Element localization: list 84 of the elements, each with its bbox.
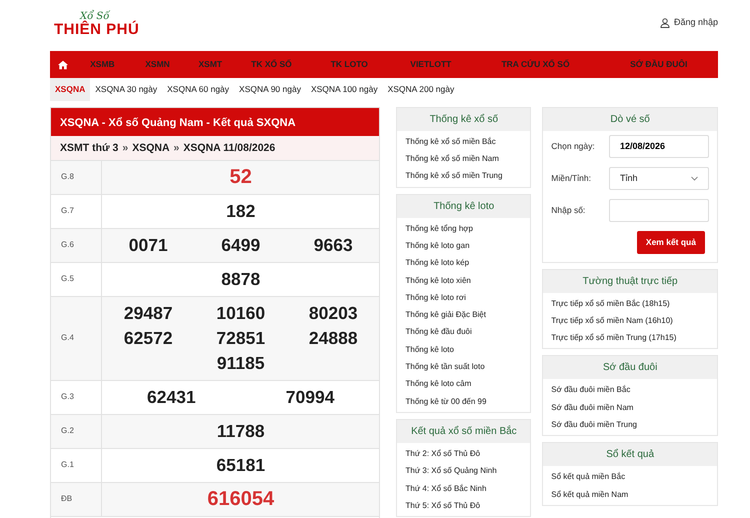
subnav-tab[interactable]: XSQNA 200 ngày <box>382 78 460 101</box>
subnav-tab[interactable]: XSQNA 100 ngày <box>306 78 383 101</box>
prize-number: 0071 <box>128 234 168 255</box>
login-link[interactable]: Đăng nhập <box>660 16 718 30</box>
prize-label: ĐB <box>51 482 102 516</box>
field-label: Miền/Tỉnh: <box>551 172 592 185</box>
sidebar-link[interactable]: Thứ 4: Xổ số Bắc Ninh <box>397 478 530 495</box>
prize-label: G.8 <box>51 160 102 194</box>
prize-number: 8878 <box>221 268 260 289</box>
breadcrumb-link[interactable]: XSMT thứ 3 <box>60 140 118 155</box>
sidebar-link[interactable]: Thống kê tần suất loto <box>397 356 530 374</box>
subnav-tab[interactable]: XSQNA 30 ngày <box>90 78 162 101</box>
sidebar-link[interactable]: Thứ 2: Xổ số Thủ Đô <box>397 442 530 460</box>
prize-label: G.3 <box>51 380 102 414</box>
sidebar-link[interactable]: Sổ kết quả miền Nam <box>543 484 717 501</box>
box-title: Sổ kết quả <box>543 443 717 466</box>
sidebar-link[interactable]: Thống kê loto câm <box>397 373 530 391</box>
prize-number: 29487 <box>124 302 173 323</box>
prize-number: 11788 <box>216 420 265 441</box>
sidebar-link[interactable]: Thống kê đầu đuôi <box>397 321 530 339</box>
sidebar-link[interactable]: Trực tiếp xổ số miền Nam (16h10) <box>543 310 717 328</box>
prize-number: 52 <box>230 166 252 188</box>
sidebar-link[interactable]: Thống kê tổng hợp <box>397 218 530 235</box>
sidebar-link[interactable]: Thống kê xổ số miền Trung <box>397 165 530 183</box>
sidebar-link[interactable]: Thống kê giải Đặc Biệt <box>397 304 530 322</box>
chevron-icon <box>690 176 698 181</box>
user-icon <box>660 18 670 28</box>
sidebar-link[interactable]: Sớ đầu đuôi miền Bắc <box>543 379 717 397</box>
sidebar-link[interactable]: Thống kê loto xiên <box>397 270 530 287</box>
sidebar-link[interactable]: Trực tiếp xổ số miền Bắc (18h15) <box>543 292 717 310</box>
field-label: Chọn ngày: <box>551 140 596 153</box>
results-title: XSQNA - Xổ số Quảng Nam - Kết quả SXQNA <box>51 108 380 136</box>
prize-label: G.2 <box>51 414 102 448</box>
prize-number: 65181 <box>216 454 266 475</box>
box-title: Tường thuật trực tiếp <box>543 270 717 292</box>
subnav-tab[interactable]: XSQNA 60 ngày <box>162 78 234 101</box>
prize-number: 91185 <box>216 352 265 373</box>
breadcrumb-separator: » <box>122 140 128 155</box>
sidebar-link[interactable]: Thống kê loto kép <box>397 252 530 270</box>
box-title: Thống kê xổ số <box>397 108 530 131</box>
date-field[interactable]: 12/08/2026 <box>608 134 709 158</box>
breadcrumb-separator: » <box>174 140 180 155</box>
sidebar-link[interactable]: Thống kê xổ số miền Nam <box>397 148 530 166</box>
logo-text[interactable]: THIÊN PHÚ <box>54 22 140 37</box>
prize-number: 80203 <box>308 302 358 323</box>
breadcrumb-link[interactable]: XSQNA <box>132 140 170 155</box>
prize-number: 10160 <box>216 302 266 323</box>
submit-button[interactable]: Xem kết quả <box>636 230 705 254</box>
province-select[interactable]: Tỉnh <box>608 166 709 190</box>
box-title: Kết quả xổ số miền Bắc <box>397 420 530 443</box>
prize-number: 616054 <box>207 488 274 510</box>
sidebar-link[interactable]: Trực tiếp xổ số miền Trung (17h15) <box>543 327 717 344</box>
prize-number: 70994 <box>286 386 334 407</box>
prize-number: 182 <box>226 200 256 221</box>
box-title: Sớ đầu đuôi <box>543 356 717 380</box>
breadcrumb-link[interactable]: XSQNA 11/08/2026 <box>183 140 276 155</box>
number-field[interactable] <box>608 198 709 222</box>
sidebar-link[interactable]: Sớ đầu đuôi miền Trung <box>543 414 717 432</box>
box-title: Dò vé số <box>543 108 717 131</box>
logo-script: Xổ Số <box>80 12 110 22</box>
sidebar-link[interactable]: Thứ 5: Xổ số Thủ Đô <box>397 494 530 512</box>
prize-number: 72851 <box>216 328 266 348</box>
prize-label: G.5 <box>51 262 102 296</box>
prize-number: 62572 <box>124 328 173 348</box>
sidebar-link[interactable]: Thứ 3: Xổ số Quảng Ninh <box>397 460 530 478</box>
sidebar-link[interactable]: Thống kê từ 00 đến 99 <box>397 390 530 408</box>
prize-number: 6499 <box>221 234 260 255</box>
prize-number: 9663 <box>314 234 353 255</box>
prize-number: 62431 <box>147 386 196 407</box>
sidebar-link[interactable]: Thống kê xổ số miền Bắc <box>397 130 530 148</box>
sidebar-link[interactable]: Thống kê loto gan <box>397 234 530 252</box>
sidebar-link[interactable]: Thống kê loto rơi <box>397 286 530 304</box>
subnav-tab[interactable]: XSQNA <box>50 78 90 101</box>
sidebar-link[interactable]: Thống kê loto <box>397 338 530 356</box>
subnav-tab[interactable]: XSQNA 90 ngày <box>234 78 306 101</box>
box-title: Thống kê loto <box>397 194 530 218</box>
prize-label: G.7 <box>51 194 102 228</box>
prize-label: G.1 <box>51 448 102 482</box>
prize-number: 24888 <box>308 328 358 348</box>
sidebar-link[interactable]: Sổ kết quả miền Bắc <box>543 466 717 484</box>
sidebar-link[interactable]: Sớ đầu đuôi miền Nam <box>543 396 717 414</box>
field-label: Nhập số: <box>551 204 586 217</box>
prize-label: G.6 <box>51 228 102 262</box>
prize-label: G.4 <box>51 296 102 380</box>
